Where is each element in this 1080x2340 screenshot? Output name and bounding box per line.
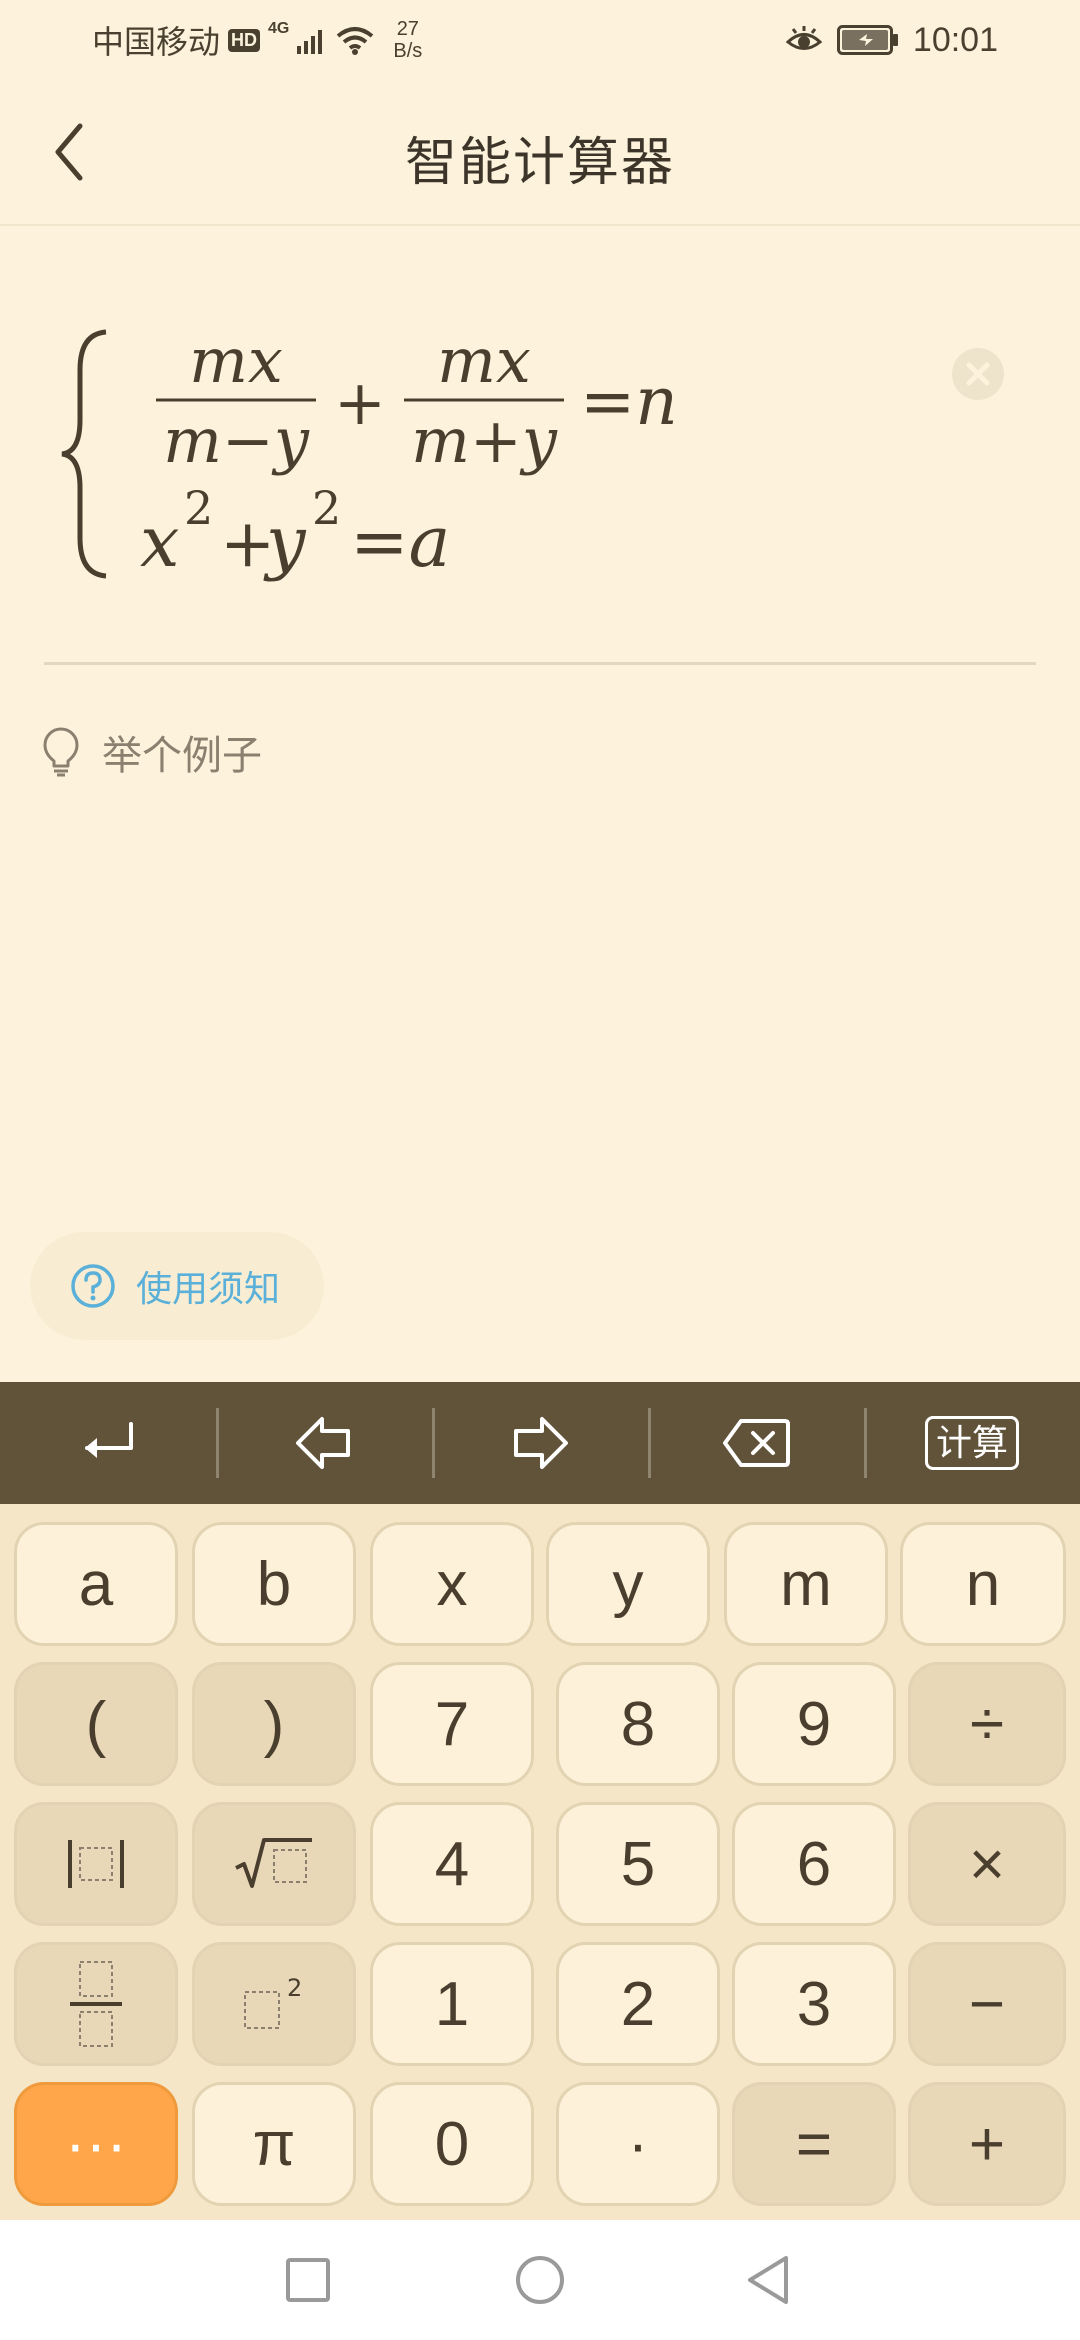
editor-toolbar: 计算: [0, 1382, 1080, 1504]
equation2-y: y: [263, 501, 307, 583]
fraction2-denominator: m+y: [411, 404, 558, 477]
equation2-exp1: 2: [184, 481, 213, 535]
fraction1-numerator: mx: [189, 324, 283, 397]
clear-button[interactable]: [952, 348, 1004, 400]
help-button[interactable]: 使用须知: [30, 1232, 324, 1340]
formula-display: mx m−y + mx m+y =n x 2 + y 2 =a: [61, 324, 678, 583]
status-bar: 中国移动 HD 4G 27 B/s 10:01: [0, 0, 1080, 80]
plus-sign: +: [334, 366, 386, 439]
close-icon: [966, 362, 990, 386]
key-decimal[interactable]: ·: [556, 2082, 720, 2206]
home-icon[interactable]: [514, 2254, 566, 2306]
equation2-rhs: =a: [350, 501, 450, 583]
square-exponent: 2: [287, 1974, 302, 2002]
fraction-icon: [70, 1961, 122, 2047]
equation2-exp2: 2: [312, 481, 341, 535]
lightbulb-icon: [43, 727, 79, 777]
page-title: 智能计算器: [404, 134, 675, 192]
key-equals[interactable]: =: [732, 2082, 896, 2206]
arrow-left-icon: [296, 1417, 350, 1469]
key-plus[interactable]: +: [908, 2082, 1066, 2206]
recent-apps-icon[interactable]: [284, 2256, 332, 2304]
key-minus[interactable]: −: [908, 1942, 1066, 2066]
key-left-paren[interactable]: (: [14, 1662, 178, 1786]
back-nav-icon[interactable]: [744, 2254, 792, 2306]
key-9[interactable]: 9: [732, 1662, 896, 1786]
absolute-value-icon: [68, 1840, 124, 1888]
formula-input[interactable]: mx m−y + mx m+y =n x 2 + y 2 =a: [44, 320, 1044, 590]
app-header: 智能计算器: [0, 80, 1080, 226]
key-fraction[interactable]: [14, 1942, 178, 2066]
key-0[interactable]: 0: [370, 2082, 534, 2206]
calculate-label: 计算: [924, 1416, 1019, 1470]
key-sqrt[interactable]: [192, 1802, 356, 1926]
key-y[interactable]: y: [546, 1522, 710, 1646]
divider: [44, 662, 1036, 665]
backspace-button[interactable]: [648, 1382, 864, 1504]
wifi-icon: [337, 27, 374, 55]
key-8[interactable]: 8: [556, 1662, 720, 1786]
system-brace: [61, 329, 107, 579]
key-b[interactable]: b: [192, 1522, 356, 1646]
key-more[interactable]: ···: [14, 2082, 178, 2206]
square-power-icon: 2: [244, 1974, 302, 2029]
battery-icon: [836, 25, 898, 55]
key-6[interactable]: 6: [732, 1802, 896, 1926]
fraction2-numerator: mx: [437, 324, 531, 397]
keypad: a b x y m n ( ) 7 8 9 ÷ 4 5 6 × 2 1 2 3 …: [0, 1504, 1080, 2220]
key-divide[interactable]: ÷: [908, 1662, 1066, 1786]
key-a[interactable]: a: [14, 1522, 178, 1646]
system-nav-bar: [0, 2220, 1080, 2340]
cursor-left-button[interactable]: [216, 1382, 432, 1504]
key-pi[interactable]: π: [192, 2082, 356, 2206]
carrier-name: 中国移动: [92, 24, 221, 60]
key-multiply[interactable]: ×: [908, 1802, 1066, 1926]
key-x[interactable]: x: [370, 1522, 534, 1646]
network-speed: 27 B/s: [393, 18, 423, 62]
fraction1-denominator: m−y: [163, 404, 310, 477]
newline-button[interactable]: [0, 1382, 216, 1504]
key-1[interactable]: 1: [370, 1942, 534, 2066]
cursor-right-button[interactable]: [432, 1382, 648, 1504]
key-5[interactable]: 5: [556, 1802, 720, 1926]
help-icon: [71, 1264, 115, 1308]
equation1-rhs: =n: [580, 363, 678, 440]
enter-icon: [85, 1422, 133, 1458]
key-3[interactable]: 3: [732, 1942, 896, 2066]
key-right-paren[interactable]: ): [192, 1662, 356, 1786]
example-label: 举个例子: [102, 734, 262, 778]
equation2-x: x: [140, 501, 179, 583]
eye-comfort-icon: [785, 26, 823, 50]
key-2[interactable]: 2: [556, 1942, 720, 2066]
key-absolute[interactable]: [14, 1802, 178, 1926]
help-label: 使用须知: [136, 1268, 281, 1309]
calculate-button[interactable]: 计算: [864, 1382, 1080, 1504]
example-button[interactable]: 举个例子: [42, 722, 262, 782]
key-square[interactable]: 2: [192, 1942, 356, 2066]
backspace-icon: [723, 1419, 790, 1467]
arrow-right-icon: [514, 1417, 568, 1469]
square-root-icon: [235, 1838, 312, 1888]
signal-icon: [297, 30, 323, 54]
hd-badge: HD: [228, 28, 261, 52]
key-7[interactable]: 7: [370, 1662, 534, 1786]
clock: 10:01: [912, 20, 998, 59]
network-type: 4G: [268, 20, 290, 37]
key-m[interactable]: m: [724, 1522, 888, 1646]
key-n[interactable]: n: [900, 1522, 1066, 1646]
key-4[interactable]: 4: [370, 1802, 534, 1926]
